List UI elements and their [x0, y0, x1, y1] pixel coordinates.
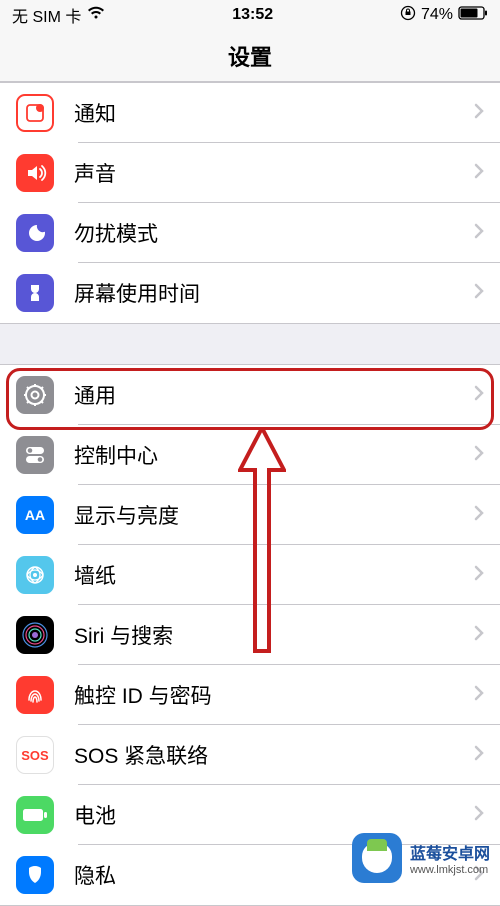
touchid-icon: [16, 676, 54, 714]
row-wallpaper[interactable]: 墙纸: [0, 545, 500, 605]
battery-text: 74%: [421, 6, 453, 24]
clock-text: 13:52: [232, 6, 273, 24]
row-general[interactable]: 通用: [0, 365, 500, 425]
chevron-right-icon: [474, 445, 484, 466]
chevron-right-icon: [474, 385, 484, 406]
watermark-title: 蓝莓安卓网: [410, 840, 490, 864]
row-label: 墙纸: [74, 560, 474, 590]
sos-text: SOS: [21, 748, 48, 763]
chevron-right-icon: [474, 505, 484, 526]
row-label: 触控 ID 与密码: [74, 680, 474, 710]
wifi-icon: [87, 6, 105, 25]
chevron-right-icon: [474, 103, 484, 124]
watermark-text-block: 蓝莓安卓网 www.lmkjst.com: [410, 840, 490, 876]
page-title: 设置: [228, 40, 272, 72]
siri-icon: [16, 616, 54, 654]
sounds-icon: [16, 154, 54, 192]
watermark-url: www.lmkjst.com: [410, 864, 490, 876]
chevron-right-icon: [474, 685, 484, 706]
orientation-lock-icon: [400, 5, 416, 26]
watermark: 蓝莓安卓网 www.lmkjst.com: [342, 827, 500, 889]
page-header: 设置: [0, 30, 500, 82]
row-label: 声音: [74, 158, 474, 188]
battery-icon: [458, 6, 488, 25]
status-right: 74%: [400, 5, 488, 26]
sos-icon: SOS: [16, 736, 54, 774]
general-icon: [16, 376, 54, 414]
status-bar: 无 SIM 卡 13:52 74%: [0, 0, 500, 30]
row-label: 通用: [74, 380, 474, 410]
row-label: 勿扰模式: [74, 218, 474, 248]
row-label: 通知: [74, 98, 474, 128]
screentime-icon: [16, 274, 54, 312]
watermark-logo-icon: [352, 833, 402, 883]
row-touchid[interactable]: 触控 ID 与密码: [0, 665, 500, 725]
settings-group-1: 通知 声音 勿扰模式 屏幕使用时间: [0, 82, 500, 324]
display-icon: AA: [16, 496, 54, 534]
privacy-icon: [16, 856, 54, 894]
row-siri[interactable]: Siri 与搜索: [0, 605, 500, 665]
row-label: Siri 与搜索: [74, 620, 474, 650]
row-label: 电池: [74, 800, 474, 830]
chevron-right-icon: [474, 283, 484, 304]
dnd-icon: [16, 214, 54, 252]
row-notifications[interactable]: 通知: [0, 83, 500, 143]
status-left: 无 SIM 卡: [12, 3, 105, 27]
battery-settings-icon: [16, 796, 54, 834]
chevron-right-icon: [474, 163, 484, 184]
row-sos[interactable]: SOS SOS 紧急联络: [0, 725, 500, 785]
chevron-right-icon: [474, 805, 484, 826]
carrier-text: 无 SIM 卡: [12, 3, 81, 27]
row-label: 显示与亮度: [74, 500, 474, 530]
row-screentime[interactable]: 屏幕使用时间: [0, 263, 500, 323]
notifications-icon: [16, 94, 54, 132]
section-gap: [0, 324, 500, 364]
row-dnd[interactable]: 勿扰模式: [0, 203, 500, 263]
chevron-right-icon: [474, 745, 484, 766]
row-sounds[interactable]: 声音: [0, 143, 500, 203]
settings-group-2: 通用 控制中心 AA 显示与亮度 墙纸 Siri 与搜索 触控 ID 与密码: [0, 364, 500, 906]
row-label: 屏幕使用时间: [74, 278, 474, 308]
row-display[interactable]: AA 显示与亮度: [0, 485, 500, 545]
chevron-right-icon: [474, 223, 484, 244]
control-center-icon: [16, 436, 54, 474]
row-label: SOS 紧急联络: [74, 740, 474, 770]
aa-text: AA: [25, 507, 45, 523]
chevron-right-icon: [474, 625, 484, 646]
row-control-center[interactable]: 控制中心: [0, 425, 500, 485]
wallpaper-icon: [16, 556, 54, 594]
chevron-right-icon: [474, 565, 484, 586]
row-label: 控制中心: [74, 440, 474, 470]
